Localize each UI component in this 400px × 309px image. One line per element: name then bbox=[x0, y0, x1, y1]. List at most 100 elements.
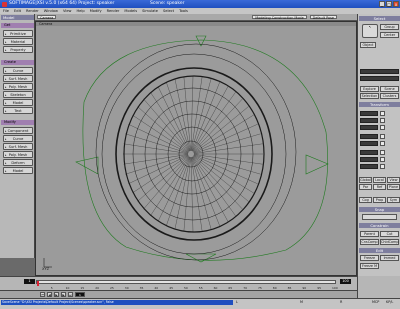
model-create-button[interactable]: ▸ Model bbox=[3, 99, 33, 106]
prop-button[interactable]: Prop bbox=[373, 197, 386, 203]
model-modify-button[interactable]: ▸ Model bbox=[3, 167, 33, 174]
mcp-label[interactable]: MCP bbox=[372, 300, 379, 305]
immed-button[interactable]: Immed bbox=[380, 255, 399, 261]
snap-options-button[interactable] bbox=[362, 214, 397, 220]
last-frame-icon[interactable]: ⏭ bbox=[68, 292, 73, 297]
ref-button[interactable]: Ref bbox=[373, 184, 386, 190]
transform-field-5[interactable] bbox=[360, 141, 378, 146]
section-create[interactable]: Create bbox=[1, 60, 34, 65]
text-button[interactable]: ▸ Text bbox=[3, 107, 33, 114]
transform-field-2[interactable] bbox=[360, 118, 378, 123]
chldcomp-button[interactable]: ChldComp bbox=[380, 239, 399, 245]
clusters-button[interactable]: Clusters bbox=[380, 93, 399, 99]
mesh-edge bbox=[174, 157, 191, 230]
center-button[interactable]: Center bbox=[380, 32, 399, 38]
outer-curve bbox=[82, 39, 328, 261]
mesh-edge bbox=[157, 156, 190, 222]
left-palette: Model Get ▸ Primitive ▸ Material ▸ Property… bbox=[0, 14, 35, 258]
material-button[interactable]: ▸ Material bbox=[3, 38, 33, 45]
curve-modify-button[interactable]: ▸ Curve bbox=[3, 135, 33, 142]
transform-key-8[interactable] bbox=[380, 164, 385, 169]
prev-frame-icon[interactable]: ◀ bbox=[47, 292, 52, 297]
command-line[interactable]: SaveScene "D:\XSI Projects\Default Proje… bbox=[1, 300, 233, 305]
cog-button[interactable]: Cog bbox=[359, 197, 372, 203]
sym-button[interactable]: Sym bbox=[387, 197, 400, 203]
plane-button[interactable]: Plane bbox=[387, 184, 400, 190]
pose-select[interactable]: Default Pose bbox=[309, 14, 337, 20]
transform-field-1[interactable] bbox=[360, 111, 378, 116]
mesh-edge bbox=[125, 154, 189, 175]
mesh-edge bbox=[193, 156, 243, 210]
transform-key-6[interactable] bbox=[380, 150, 385, 155]
mesh-edge bbox=[192, 86, 229, 152]
constrain-header[interactable]: Constrain bbox=[359, 223, 400, 228]
arrow-icon: ▸ bbox=[5, 137, 7, 141]
current-frame-field[interactable]: 1 bbox=[75, 292, 85, 297]
skeleton-button[interactable]: ▸ Skeleton bbox=[3, 91, 33, 98]
edit-header[interactable]: Edit bbox=[359, 248, 400, 253]
transform-header[interactable]: Transform bbox=[359, 102, 400, 107]
curve-create-button[interactable]: ▸ Curve bbox=[3, 67, 33, 74]
transform-field-6[interactable] bbox=[360, 150, 378, 155]
poly-mesh-create-button[interactable]: ▸ Poly. Mesh bbox=[3, 83, 33, 90]
next-frame-icon[interactable]: ▶ bbox=[61, 292, 66, 297]
global-button[interactable]: Global bbox=[359, 177, 372, 183]
explore-button[interactable]: Explore bbox=[360, 86, 379, 92]
timeline-end[interactable]: 100 bbox=[340, 279, 351, 284]
speaker-wireframe[interactable] bbox=[36, 22, 357, 276]
timeline-playhead[interactable] bbox=[37, 281, 39, 286]
cut-button[interactable]: Cut bbox=[380, 231, 399, 237]
cnscomp-button[interactable]: CnsComp bbox=[360, 239, 379, 245]
group-button[interactable]: Group bbox=[380, 24, 399, 30]
freeze-m-button[interactable]: Freeze M bbox=[360, 263, 379, 269]
selection-button[interactable]: Selection bbox=[360, 93, 379, 99]
scene-button[interactable]: Scene bbox=[380, 86, 399, 92]
poly-mesh-modify-button[interactable]: ▸ Poly. Mesh bbox=[3, 151, 33, 158]
section-get[interactable]: Get bbox=[1, 23, 34, 28]
object-button[interactable]: Object bbox=[360, 42, 376, 48]
transform-key-3[interactable] bbox=[380, 125, 385, 130]
kp-label[interactable]: KP/L bbox=[386, 300, 393, 305]
local-button[interactable]: Local bbox=[373, 177, 386, 183]
mode-selector[interactable]: Model bbox=[1, 15, 34, 20]
minimize-button[interactable]: _ bbox=[379, 1, 385, 7]
camera-select[interactable]: Camera bbox=[37, 14, 57, 20]
component-button[interactable]: ▸ Component bbox=[3, 127, 33, 134]
select-header[interactable]: Select bbox=[359, 16, 400, 21]
primitive-button[interactable]: ▸ Primitive bbox=[3, 30, 33, 37]
transform-field-8[interactable] bbox=[360, 164, 378, 169]
viewport-toolbar: Camera Modeling Construction Mode Defaul… bbox=[35, 14, 357, 21]
snap-header[interactable]: Snap bbox=[359, 207, 400, 212]
view-button[interactable]: View bbox=[387, 177, 400, 183]
selection-field-2[interactable] bbox=[360, 76, 399, 81]
transform-key-1[interactable] bbox=[380, 111, 385, 116]
3d-viewport[interactable]: Camera XYZ bbox=[35, 21, 357, 276]
transform-field-4[interactable] bbox=[360, 134, 378, 139]
timeline-start[interactable]: 1 bbox=[24, 279, 35, 284]
construction-mode-select[interactable]: Modeling Construction Mode bbox=[252, 14, 307, 20]
mesh-edge bbox=[137, 155, 189, 202]
arrow-icon: ▸ bbox=[5, 48, 7, 52]
surf-mesh-modify-button[interactable]: ▸ Surf. Mesh bbox=[3, 143, 33, 150]
parent-button[interactable]: Parent bbox=[360, 231, 379, 237]
transform-key-4[interactable] bbox=[380, 134, 385, 139]
deform-button[interactable]: ▸ Deform bbox=[3, 159, 33, 166]
maximize-button[interactable]: □ bbox=[386, 1, 392, 7]
transform-key-2[interactable] bbox=[380, 118, 385, 123]
transform-field-3[interactable] bbox=[360, 125, 378, 130]
freeze-button[interactable]: Freeze bbox=[360, 255, 379, 261]
mesh-edge bbox=[166, 157, 190, 227]
selection-field[interactable] bbox=[360, 69, 399, 74]
transform-key-7[interactable] bbox=[380, 157, 385, 162]
select-arrow-icon[interactable]: ↖ bbox=[362, 24, 378, 38]
timeline-slider[interactable] bbox=[36, 280, 336, 286]
surf-mesh-create-button[interactable]: ▸ Surf. Mesh bbox=[3, 75, 33, 82]
transform-key-5[interactable] bbox=[380, 141, 385, 146]
play-icon[interactable]: ▶ bbox=[54, 292, 59, 297]
close-button[interactable]: x bbox=[393, 1, 399, 7]
transform-field-7[interactable] bbox=[360, 157, 378, 162]
property-button[interactable]: ▸ Property bbox=[3, 46, 33, 53]
first-frame-icon[interactable]: ⏮ bbox=[40, 292, 45, 297]
par-button[interactable]: Par bbox=[359, 184, 372, 190]
section-modify[interactable]: Modify bbox=[1, 120, 34, 125]
